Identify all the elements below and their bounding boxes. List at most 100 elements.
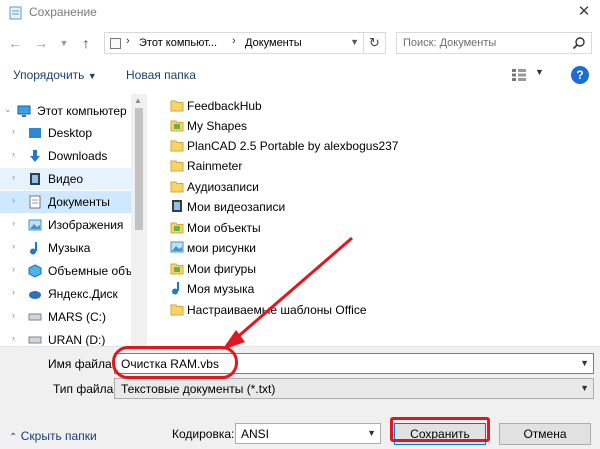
chevron-right-icon[interactable]: › (12, 172, 15, 182)
file-name: Мои видеозаписи (187, 200, 286, 214)
chevron-right-icon[interactable]: › (12, 218, 15, 228)
forward-button[interactable]: → (32, 34, 50, 52)
special-folder-icon (170, 120, 184, 132)
scrollbar-thumb[interactable] (135, 108, 143, 230)
chevron-right-icon[interactable]: › (12, 149, 15, 159)
sidebar-item-music[interactable]: › Музыка (0, 237, 131, 259)
close-button[interactable]: ✕ (574, 2, 594, 22)
encoding-select[interactable]: ANSI ▼ (235, 423, 381, 444)
drive-icon (28, 313, 42, 321)
chevron-right-icon[interactable]: › (12, 264, 15, 274)
filetype-select[interactable]: Текстовые документы (*.txt) ▼ (114, 378, 594, 399)
chevron-right-icon[interactable]: › (232, 35, 236, 47)
chevron-right-icon[interactable]: › (12, 241, 15, 251)
hide-folders-button[interactable]: ⌃ Скрыть папки (9, 429, 97, 443)
list-item[interactable]: Мои фигуры (170, 259, 470, 278)
list-item[interactable]: My Shapes (170, 116, 470, 135)
back-button[interactable]: ← (6, 34, 24, 52)
list-item[interactable]: Аудиозаписи (170, 177, 470, 196)
breadcrumb-documents[interactable]: Документы (245, 37, 302, 49)
recent-locations-button[interactable]: ▼ (55, 34, 73, 52)
chevron-down-icon[interactable]: ▼ (350, 37, 359, 47)
file-name: FeedbackHub (187, 99, 262, 113)
sidebar-item-label: Изображения (48, 218, 124, 232)
chevron-right-icon[interactable]: › (12, 195, 15, 205)
save-button[interactable]: Сохранить (394, 423, 486, 445)
music-folder-icon (172, 282, 179, 295)
chevron-right-icon[interactable]: › (12, 333, 15, 343)
list-item[interactable]: FeedbackHub (170, 96, 470, 115)
yandex-disk-icon (29, 291, 41, 299)
sidebar-item-label: Яндекс.Диск (48, 287, 118, 301)
sidebar-item-this-pc[interactable]: ⌄ Этот компьютер (0, 100, 131, 122)
folder-icon (170, 100, 184, 112)
navigation-scrollbar[interactable]: ▲ (131, 94, 147, 346)
filename-input[interactable] (121, 357, 561, 371)
sidebar-item-documents[interactable]: › Документы (0, 191, 131, 213)
sidebar-item-label: Видео (48, 172, 84, 186)
navigation-pane[interactable]: ⌄ Этот компьютер › Desktop › Downloads ›… (0, 94, 147, 346)
scroll-up-icon[interactable]: ▲ (134, 96, 142, 105)
filetype-label: Тип файла: (53, 382, 117, 396)
search-placeholder: Поиск: Документы (403, 37, 497, 49)
chevron-down-icon[interactable]: ▼ (535, 67, 544, 77)
address-bar[interactable]: › Этот компьют... › Документы ▼ (104, 32, 364, 54)
close-icon: ✕ (577, 3, 591, 20)
search-box[interactable]: Поиск: Документы (396, 32, 592, 54)
sidebar-item-label: Desktop (48, 126, 93, 140)
list-item[interactable]: мои рисунки (170, 238, 470, 257)
up-button[interactable]: ↑ (77, 34, 95, 52)
chevron-down-icon[interactable]: ▼ (580, 383, 589, 393)
hide-folders-label: Скрыть папки (20, 429, 97, 443)
chevron-down-icon: ▼ (87, 71, 97, 81)
chevron-down-icon[interactable]: ▼ (367, 428, 376, 438)
breadcrumb-this-pc[interactable]: Этот компьют... (139, 37, 217, 49)
folder-icon (170, 304, 184, 316)
chevron-right-icon[interactable]: › (12, 126, 15, 136)
chevron-down-icon: ▼ (59, 38, 69, 48)
view-options-icon[interactable] (511, 68, 527, 82)
drive-icon (28, 336, 42, 344)
list-item[interactable]: Мои видеозаписи (170, 197, 470, 216)
filetype-value: Текстовые документы (*.txt) (121, 382, 276, 396)
refresh-button[interactable]: ↻ (364, 32, 386, 54)
sidebar-item-label: Объемные объ (48, 264, 133, 278)
title-bar: Сохранение ✕ (0, 0, 600, 26)
file-name: Rainmeter (187, 159, 243, 173)
3d-objects-icon (28, 264, 42, 278)
refresh-icon: ↻ (369, 35, 380, 50)
chevron-down-icon[interactable]: ▼ (580, 358, 589, 368)
sidebar-item-pictures[interactable]: › Изображения (0, 214, 131, 236)
chevron-right-icon[interactable]: › (12, 310, 15, 320)
desktop-icon (29, 128, 41, 138)
list-item[interactable]: PlanCAD 2.5 Portable by alexbogus237 (170, 136, 470, 155)
list-item[interactable]: Мои объекты (170, 218, 470, 237)
sidebar-item-downloads[interactable]: › Downloads (0, 145, 131, 167)
notepad-icon (9, 6, 22, 20)
sidebar-item-desktop[interactable]: › Desktop (0, 122, 131, 144)
arrow-up-icon: ↑ (82, 35, 90, 51)
file-name: Мои фигуры (187, 262, 256, 276)
list-item[interactable]: Моя музыка (170, 279, 470, 298)
list-item[interactable]: Настраиваемые шаблоны Office (170, 300, 470, 319)
file-name: Аудиозаписи (187, 180, 259, 194)
folder-icon (170, 160, 184, 172)
search-icon[interactable] (572, 36, 586, 50)
chevron-right-icon[interactable]: › (12, 287, 15, 297)
sidebar-item-3d-objects[interactable]: › Объемные объ (0, 260, 133, 282)
sidebar-item-yandex-disk[interactable]: › Яндекс.Диск (0, 283, 131, 305)
sidebar-item-video[interactable]: › Видео (0, 168, 131, 190)
organize-menu[interactable]: Упорядочить ▼ (13, 68, 97, 82)
chevron-down-icon[interactable]: ⌄ (4, 104, 12, 115)
sidebar-item-drive-d[interactable]: › URAN (D:) (0, 329, 131, 346)
new-folder-button[interactable]: Новая папка (126, 68, 196, 82)
sidebar-item-drive-c[interactable]: › MARS (C:) (0, 306, 131, 328)
list-item[interactable]: Rainmeter (170, 156, 470, 175)
filename-field[interactable]: ▼ (114, 353, 594, 374)
special-folder-icon (170, 263, 184, 275)
pictures-folder-icon (170, 241, 184, 253)
pictures-icon (28, 219, 42, 231)
help-icon[interactable]: ? (571, 66, 589, 84)
chevron-right-icon[interactable]: › (126, 35, 130, 47)
cancel-button[interactable]: Отмена (499, 423, 591, 445)
